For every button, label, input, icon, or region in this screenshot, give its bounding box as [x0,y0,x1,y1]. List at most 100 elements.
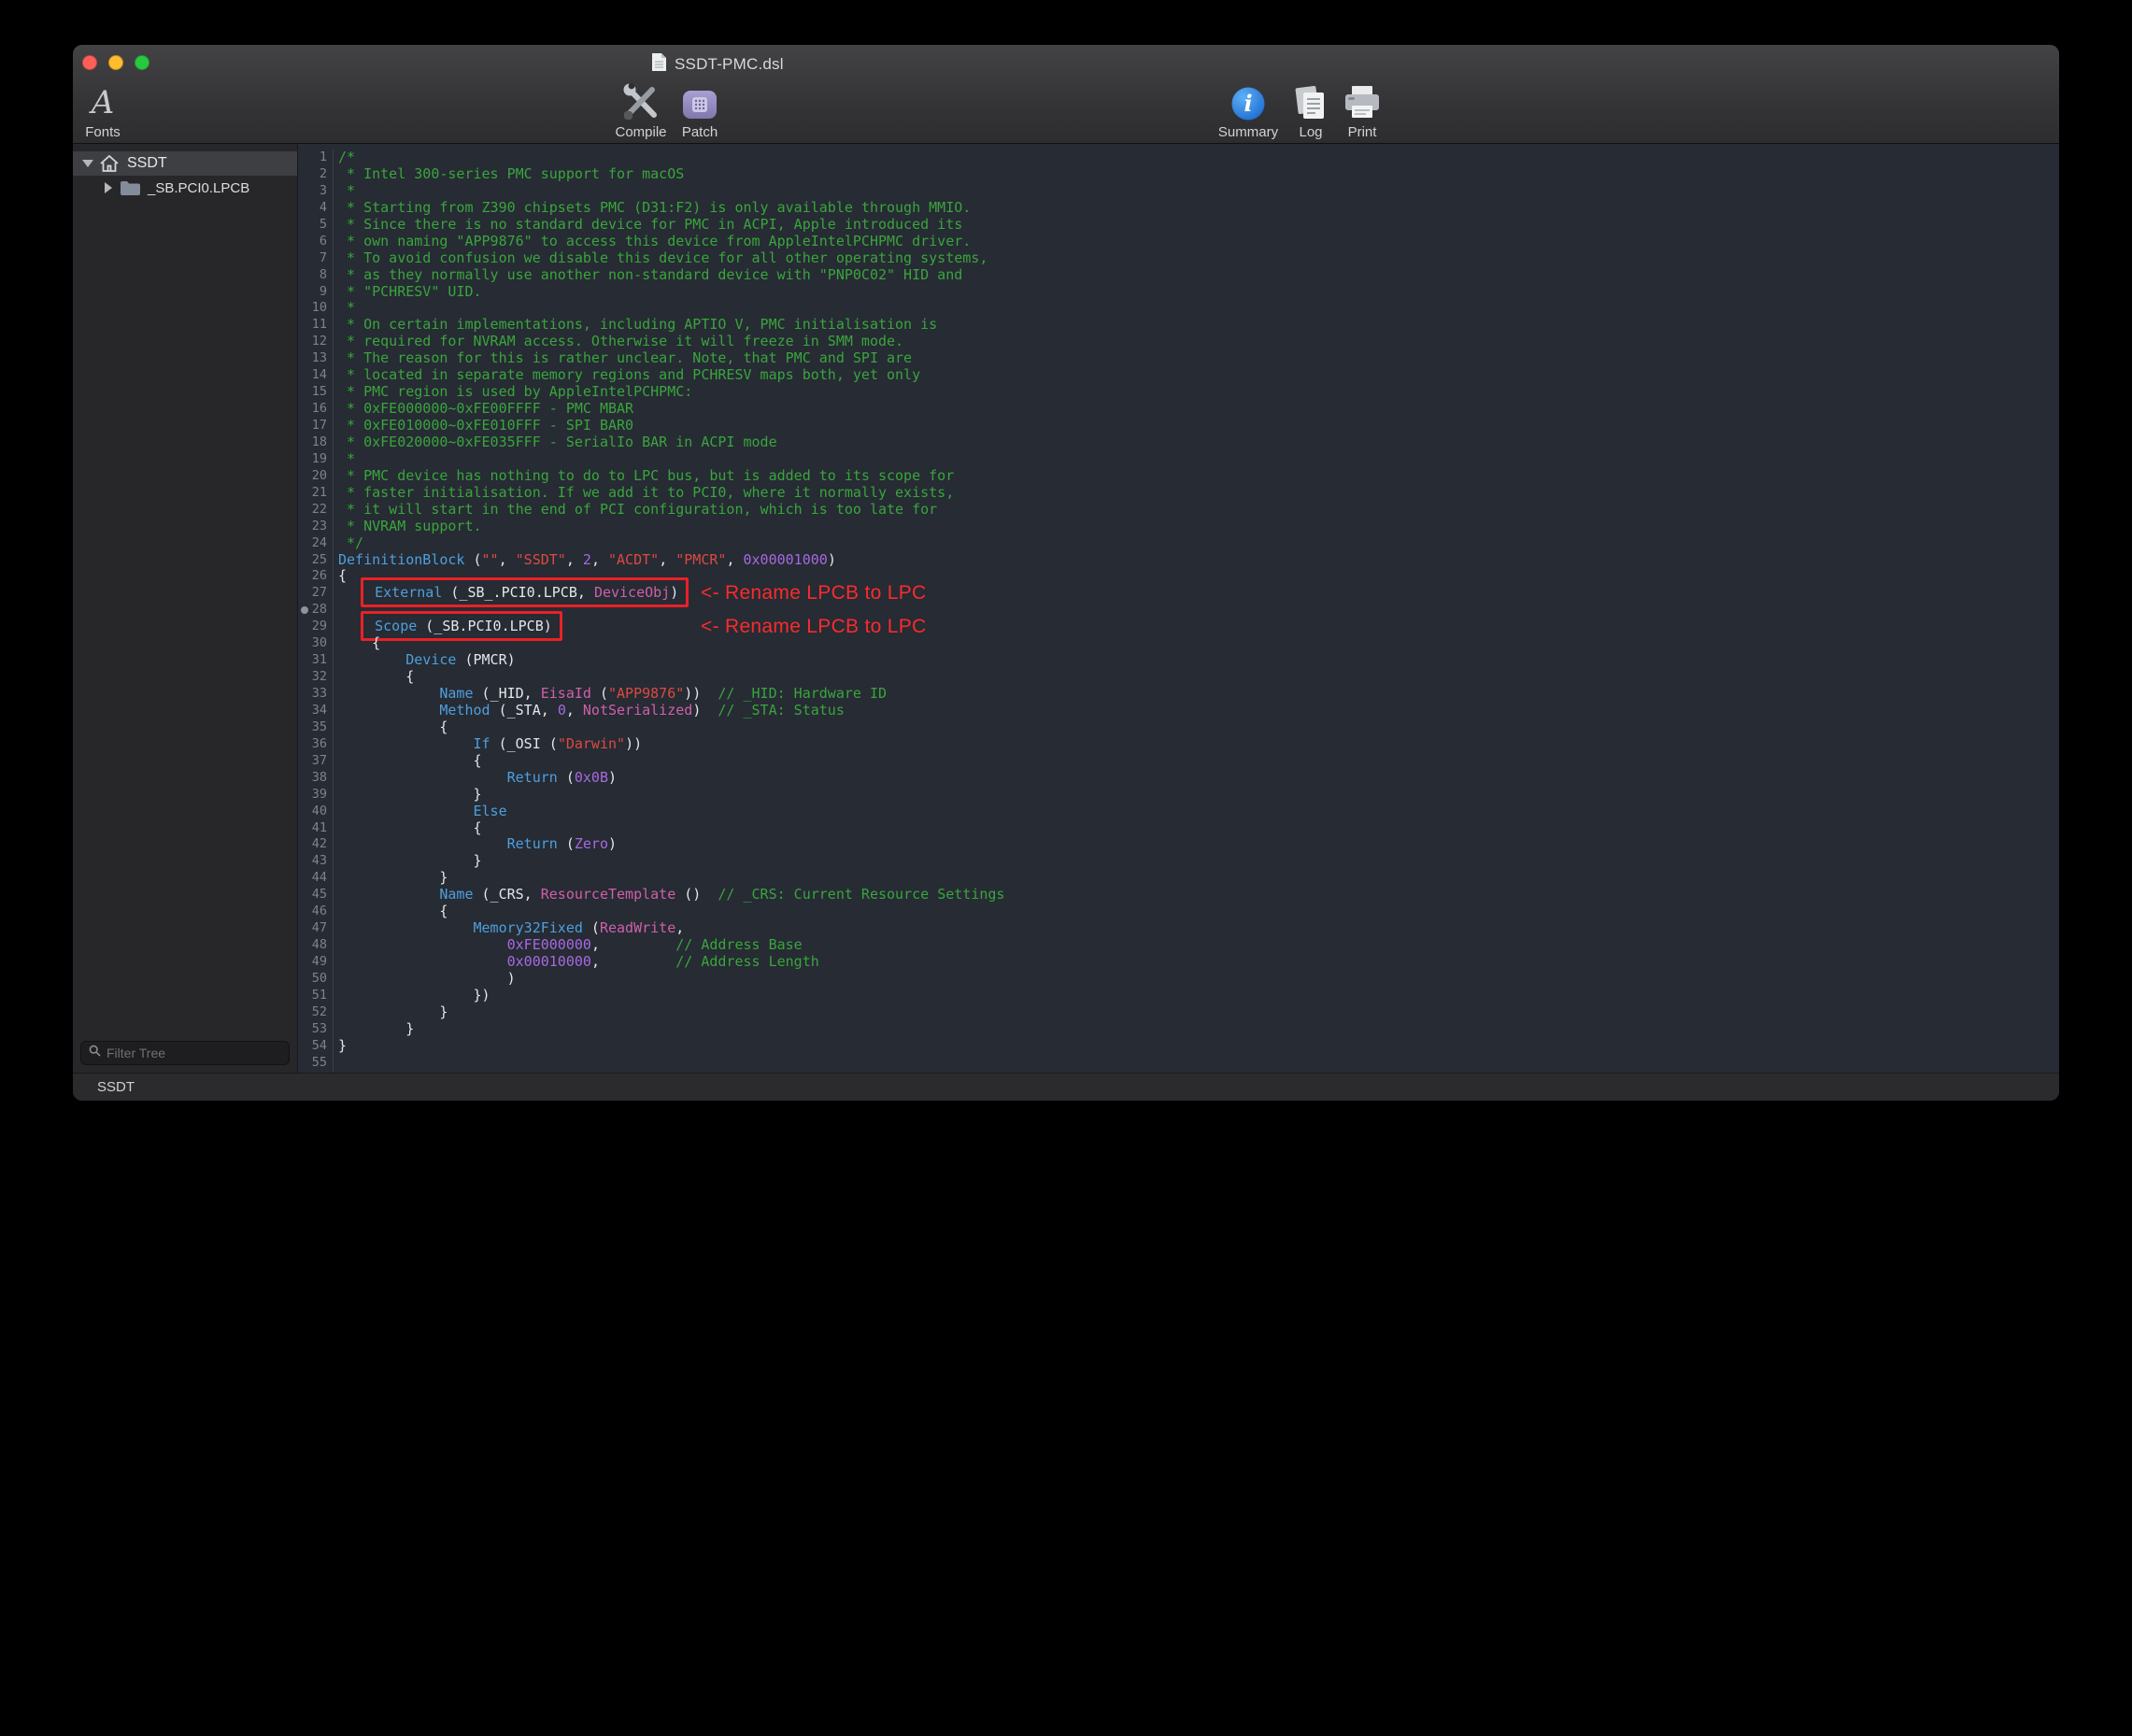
code-line[interactable]: 9 * "PCHRESV" UID. [298,284,2059,301]
code-token: { [338,668,414,685]
code-token: , [566,702,583,719]
code-line[interactable]: 43 } [298,853,2059,870]
code-line[interactable]: 21 * faster initialisation. If we add it… [298,485,2059,502]
code-token: * [338,182,355,199]
code-line[interactable]: 12 * required for NVRAM access. Otherwis… [298,334,2059,350]
line-number: 3 [298,183,334,200]
code-line[interactable]: 36 If (_OSI ("Darwin")) [298,736,2059,753]
code-line[interactable]: 44 } [298,870,2059,887]
filter-tree-input[interactable] [107,1046,281,1060]
code-line[interactable]: 20 * PMC device has nothing to do to LPC… [298,468,2059,485]
code-line[interactable]: 48 0xFE000000, // Address Base [298,937,2059,954]
line-number: 38 [298,770,334,787]
code-line[interactable]: 29 Scope (_SB.PCI0.LPCB)<- Rename LPCB t… [298,619,2059,635]
code-line[interactable]: 31 Device (PMCR) [298,652,2059,669]
chevron-right-icon[interactable] [105,182,112,193]
line-number: 47 [298,920,334,937]
code-line[interactable]: 16 * 0xFE000000~0xFE00FFFF - PMC MBAR [298,401,2059,418]
code-line[interactable]: 34 Method (_STA, 0, NotSerialized) // _S… [298,703,2059,719]
tree-item-ssdt[interactable]: SSDT [73,151,297,176]
code-line[interactable]: 30 { [298,635,2059,652]
code-line[interactable]: 25DefinitionBlock ("", "SSDT", 2, "ACDT"… [298,552,2059,569]
code-line[interactable]: 52 } [298,1004,2059,1021]
code-line[interactable]: 18 * 0xFE020000~0xFE035FFF - SerialIo BA… [298,434,2059,451]
code-token: External [375,584,442,601]
code-line[interactable]: 55 [298,1055,2059,1072]
code-token: Memory32Fixed [474,919,583,936]
code-line[interactable]: 51 }) [298,988,2059,1004]
code-line[interactable]: 42 Return (Zero) [298,836,2059,853]
code-line[interactable]: 15 * PMC region is used by AppleIntelPCH… [298,384,2059,401]
code-token [338,769,507,786]
code-line[interactable]: 2 * Intel 300-series PMC support for mac… [298,166,2059,183]
filter-tree-field[interactable] [80,1041,290,1065]
close-button[interactable] [82,55,97,70]
code-line[interactable]: 7 * To avoid confusion we disable this d… [298,250,2059,267]
code-token: ResourceTemplate [541,886,676,903]
chevron-down-icon[interactable] [82,160,93,167]
line-number: 4 [298,200,334,217]
document-icon [651,52,667,77]
code-line[interactable]: 4 * Starting from Z390 chipsets PMC (D31… [298,200,2059,217]
code-line[interactable]: 5 * Since there is no standard device fo… [298,217,2059,234]
code-line[interactable]: 35 { [298,719,2059,736]
code-token [338,735,474,752]
minimize-button[interactable] [108,55,123,70]
code-token: * Since there is no standard device for … [338,216,962,233]
code-token: // _STA: Status [718,702,844,719]
code-line[interactable]: 10 * [298,300,2059,317]
code-line[interactable]: 45 Name (_CRS, ResourceTemplate () // _C… [298,887,2059,904]
code-text: Memory32Fixed (ReadWrite, [334,920,684,937]
patch-button[interactable]: Patch [653,80,746,140]
line-number: 24 [298,535,334,552]
code-line[interactable]: 32 { [298,669,2059,686]
code-token: NotSerialized [583,702,692,719]
line-number: 52 [298,1004,334,1021]
code-line[interactable]: 53 } [298,1021,2059,1038]
print-button[interactable]: Print [1315,80,1409,140]
code-token: 0xFE000000 [507,936,591,953]
code-text: Method (_STA, 0, NotSerialized) // _STA:… [334,703,845,719]
acpi-tree: SSDT _SB.PCI0.LPCB [73,144,297,200]
code-line[interactable]: 47 Memory32Fixed (ReadWrite, [298,920,2059,937]
code-token: } [338,852,482,869]
code-token: (_CRS, [474,886,541,903]
code-token: { [338,634,380,651]
code-text: DefinitionBlock ("", "SSDT", 2, "ACDT", … [334,552,836,569]
tree-item-lpcb[interactable]: _SB.PCI0.LPCB [73,176,297,200]
code-line[interactable]: 8 * as they normally use another non-sta… [298,267,2059,284]
code-line[interactable]: 54} [298,1038,2059,1055]
line-number: 1 [298,149,334,166]
code-token [338,919,474,936]
code-line[interactable]: 27 External (_SB_.PCI0.LPCB, DeviceObj)<… [298,585,2059,602]
code-line[interactable]: 22 * it will start in the end of PCI con… [298,502,2059,519]
code-line[interactable]: 39 } [298,787,2059,804]
code-line[interactable]: 3 * [298,183,2059,200]
code-line[interactable]: 11 * On certain implementations, includi… [298,317,2059,334]
code-line[interactable]: 40 Else [298,804,2059,820]
code-line[interactable]: 19 * [298,451,2059,468]
code-line[interactable]: 23 * NVRAM support. [298,519,2059,535]
code-line[interactable]: 49 0x00010000, // Address Length [298,954,2059,971]
code-text: 0xFE000000, // Address Base [334,937,803,954]
code-line[interactable]: 46 { [298,904,2059,920]
code-line[interactable]: 14 * located in separate memory regions … [298,367,2059,384]
code-line[interactable]: 17 * 0xFE010000~0xFE010FFF - SPI BAR0 [298,418,2059,434]
code-line[interactable]: 6 * own naming "APP9876" to access this … [298,234,2059,250]
code-line[interactable]: 41 { [298,820,2059,837]
code-line[interactable]: 24 */ [298,535,2059,552]
code-line[interactable]: 37 { [298,753,2059,770]
code-token: , [499,551,516,568]
code-line[interactable]: 33 Name (_HID, EisaId ("APP9876")) // _H… [298,686,2059,703]
code-line[interactable]: 38 Return (0x0B) [298,770,2059,787]
code-line[interactable]: 1/* [298,149,2059,166]
zoom-button[interactable] [135,55,149,70]
code-line[interactable]: 50 ) [298,971,2059,988]
code-editor[interactable]: 1/*2 * Intel 300-series PMC support for … [298,144,2059,1073]
code-text: * On certain implementations, including … [334,317,937,334]
code-token: Return [507,835,558,852]
code-token: (_OSI ( [490,735,558,752]
code-line[interactable]: 13 * The reason for this is rather uncle… [298,350,2059,367]
fonts-button[interactable]: A Fonts [73,80,140,140]
line-number: 19 [298,451,334,468]
